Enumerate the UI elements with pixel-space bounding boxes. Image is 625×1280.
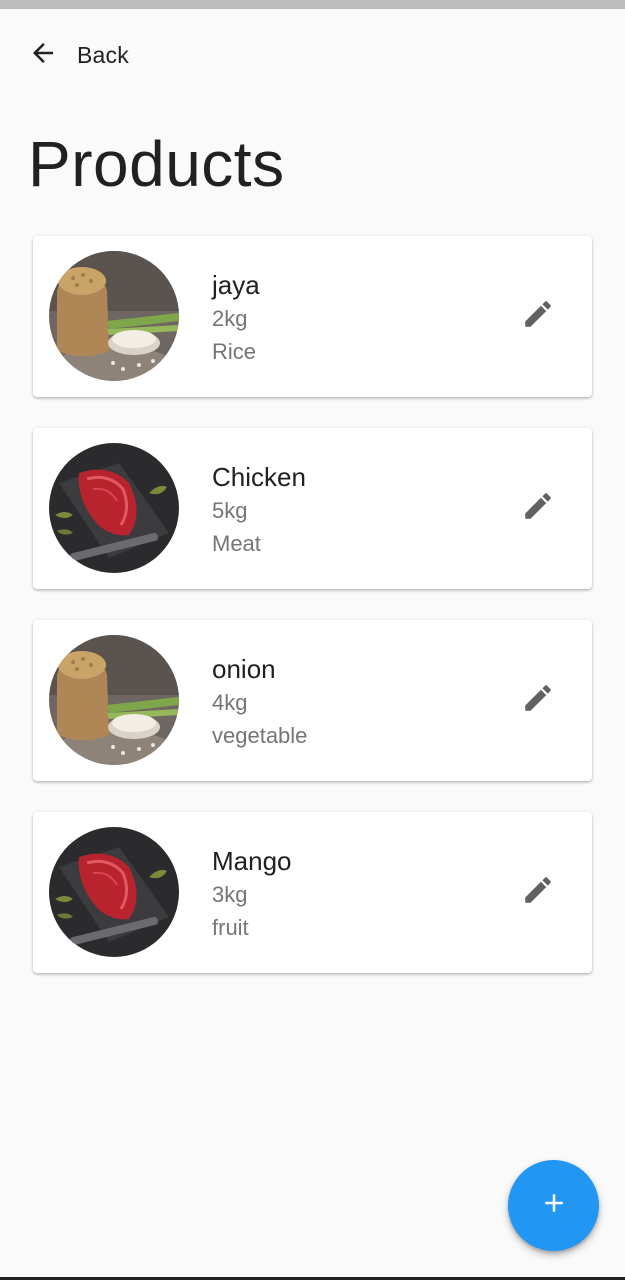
product-name: Mango xyxy=(212,846,292,876)
raw-meat-image xyxy=(49,443,179,573)
rice-sack-image xyxy=(49,635,179,765)
plus-icon xyxy=(539,1188,569,1223)
product-name: jaya xyxy=(212,270,260,300)
product-weight: 5kg xyxy=(212,498,248,523)
product-card[interactable]: jaya 2kg Rice xyxy=(33,236,592,397)
edit-button[interactable] xyxy=(520,490,556,526)
product-info: jaya 2kg Rice xyxy=(212,268,260,368)
product-info: Chicken 5kg Meat xyxy=(212,460,306,560)
back-label: Back xyxy=(77,41,129,68)
pencil-icon xyxy=(521,489,555,528)
arrow-back-icon xyxy=(28,38,58,73)
pencil-icon xyxy=(521,873,555,912)
product-weight: 2kg xyxy=(212,306,248,331)
page-title: Products xyxy=(28,128,285,200)
product-card[interactable]: onion 4kg vegetable xyxy=(33,620,592,781)
product-weight: 4kg xyxy=(212,690,248,715)
product-weight: 3kg xyxy=(212,882,248,907)
status-bar xyxy=(0,0,625,9)
product-card[interactable]: Chicken 5kg Meat xyxy=(33,428,592,589)
product-category: vegetable xyxy=(212,723,308,748)
product-card[interactable]: Mango 3kg fruit xyxy=(33,812,592,973)
edit-button[interactable] xyxy=(520,682,556,718)
edit-button[interactable] xyxy=(520,298,556,334)
pencil-icon xyxy=(521,681,555,720)
pencil-icon xyxy=(521,297,555,336)
edit-button[interactable] xyxy=(520,874,556,910)
product-info: onion 4kg vegetable xyxy=(212,652,307,752)
product-category: fruit xyxy=(212,915,249,940)
product-category: Meat xyxy=(212,531,261,556)
product-category: Rice xyxy=(212,339,257,364)
back-button[interactable]: Back xyxy=(28,40,129,70)
rice-sack-image xyxy=(49,251,179,381)
add-product-button[interactable] xyxy=(508,1160,599,1251)
product-name: onion xyxy=(212,654,276,684)
product-info: Mango 3kg fruit xyxy=(212,844,292,944)
product-name: Chicken xyxy=(212,462,306,492)
raw-meat-image xyxy=(49,827,179,957)
